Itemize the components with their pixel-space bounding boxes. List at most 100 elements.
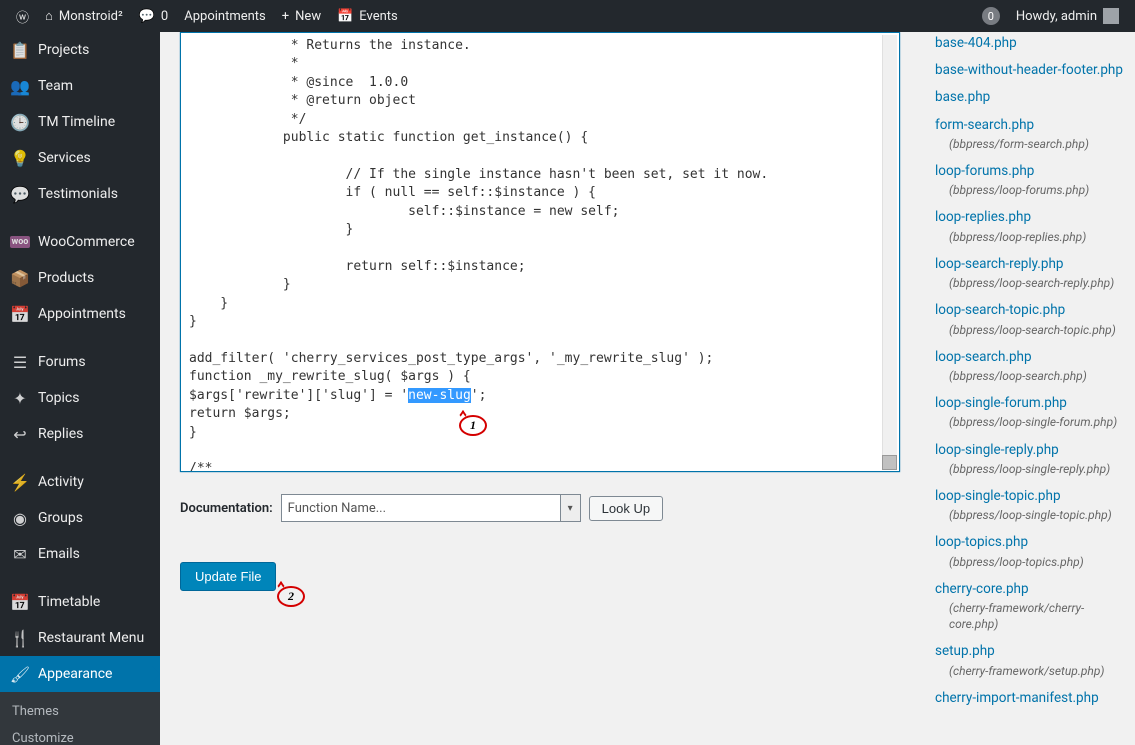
new-link[interactable]: +New — [274, 0, 329, 32]
file-path: (bbpress/loop-single-topic.php) — [935, 507, 1125, 523]
function-name-select[interactable]: Function Name... ▾ — [281, 494, 581, 522]
file-path: (bbpress/loop-single-forum.php) — [935, 414, 1125, 430]
file-link[interactable]: loop-search-topic.php — [935, 299, 1125, 321]
restaurant-menu-icon: 🍴 — [10, 628, 30, 648]
howdy-text: Howdy, admin — [1016, 9, 1097, 24]
file-path: (bbpress/loop-topics.php) — [935, 554, 1125, 570]
annotation-marker-2: 2 — [277, 586, 305, 607]
file-link[interactable]: loop-forums.php — [935, 160, 1125, 182]
file-path: (bbpress/loop-search-topic.php) — [935, 322, 1125, 338]
comment-icon: 💬 — [139, 9, 155, 24]
file-path: (cherry-framework/setup.php) — [935, 663, 1125, 679]
file-path: (bbpress/form-search.php) — [935, 136, 1125, 152]
sidebar-item-woocommerce[interactable]: wooWooCommerce — [0, 224, 160, 260]
sidebar-item-groups[interactable]: ◉Groups — [0, 500, 160, 536]
sidebar-item-appointments[interactable]: 📅Appointments — [0, 296, 160, 332]
sidebar-item-label: Products — [38, 270, 94, 286]
sidebar-item-timetable[interactable]: 📅Timetable — [0, 584, 160, 620]
appointments-icon: 📅 — [10, 304, 30, 324]
file-item: base.php — [935, 86, 1125, 108]
calendar-icon: 📅 — [337, 9, 353, 24]
products-icon: 📦 — [10, 268, 30, 288]
sidebar-item-products[interactable]: 📦 Products — [0, 260, 160, 296]
file-item: cherry-core.php(cherry-framework/cherry-… — [935, 578, 1125, 633]
file-item: form-search.php(bbpress/form-search.php) — [935, 114, 1125, 152]
file-item: loop-search-topic.php(bbpress/loop-searc… — [935, 299, 1125, 337]
services-icon: 💡 — [10, 148, 30, 168]
sidebar-item-testimonials[interactable]: 💬 Testimonials — [0, 176, 160, 212]
timetable-icon: 📅 — [10, 592, 30, 612]
file-link[interactable]: loop-replies.php — [935, 206, 1125, 228]
emails-icon: ✉ — [10, 544, 30, 564]
sidebar-item-label: Topics — [38, 390, 79, 406]
file-link[interactable]: base.php — [935, 86, 1125, 108]
file-link[interactable]: setup.php — [935, 640, 1125, 662]
file-link[interactable]: loop-single-topic.php — [935, 485, 1125, 507]
scrollbar-track[interactable] — [882, 35, 897, 469]
pending-count-badge[interactable]: 0 — [974, 0, 1008, 32]
chevron-down-icon: ▾ — [560, 495, 580, 521]
avatar — [1103, 8, 1119, 24]
sidebar-item-forums[interactable]: ☰Forums — [0, 344, 160, 380]
file-item: loop-search.php(bbpress/loop-search.php) — [935, 346, 1125, 384]
wp-logo[interactable]: ⓦ — [8, 0, 37, 32]
marker-1-text: 1 — [470, 418, 476, 433]
lookup-button[interactable]: Look Up — [589, 496, 663, 521]
file-item: loop-forums.php(bbpress/loop-forums.php) — [935, 160, 1125, 198]
activity-icon: ⚡ — [10, 472, 30, 492]
sidebar-item-label: WooCommerce — [38, 234, 135, 250]
file-item: setup.php(cherry-framework/setup.php) — [935, 640, 1125, 678]
appointments-label: Appointments — [184, 9, 266, 24]
appointments-link[interactable]: Appointments — [176, 0, 274, 32]
file-link[interactable]: base-404.php — [935, 32, 1125, 54]
comments-link[interactable]: 💬0 — [131, 0, 177, 32]
site-name-link[interactable]: ⌂Monstroid² — [37, 0, 131, 32]
sidebar-item-restaurant-menu[interactable]: 🍴Restaurant Menu — [0, 620, 160, 656]
testimonials-icon: 💬 — [10, 184, 30, 204]
scrollbar-thumb[interactable] — [882, 455, 897, 470]
sidebar-item-emails[interactable]: ✉ Emails — [0, 536, 160, 572]
file-link[interactable]: cherry-core.php — [935, 578, 1125, 600]
marker-2-text: 2 — [288, 589, 294, 604]
events-link[interactable]: 📅 Events — [329, 0, 406, 32]
sidebar-item-appearance[interactable]: 🖌Appearance — [0, 656, 160, 692]
sidebar-item-label: Testimonials — [38, 186, 118, 202]
sidebar-item-projects[interactable]: 📋 Projects — [0, 32, 160, 68]
code-editor[interactable]: * Returns the instance. * * @since 1.0.0… — [180, 32, 900, 472]
sidebar-item-topics[interactable]: ✦Topics — [0, 380, 160, 416]
update-file-button[interactable]: Update File — [180, 562, 276, 591]
submenu-item-themes[interactable]: Themes — [0, 698, 160, 725]
file-link[interactable]: form-search.php — [935, 114, 1125, 136]
sidebar-item-label: Projects — [38, 42, 89, 58]
file-link[interactable]: loop-single-forum.php — [935, 392, 1125, 414]
file-link[interactable]: cherry-import-manifest.php — [935, 687, 1125, 709]
howdy-link[interactable]: Howdy, admin — [1008, 0, 1127, 32]
sidebar-item-tm-timeline[interactable]: 🕒TM Timeline — [0, 104, 160, 140]
file-link[interactable]: loop-single-reply.php — [935, 439, 1125, 461]
home-icon: ⌂ — [45, 8, 53, 24]
documentation-label: Documentation: — [180, 501, 273, 516]
comments-count: 0 — [161, 9, 168, 24]
sidebar-item-label: Emails — [38, 546, 80, 562]
file-link[interactable]: loop-topics.php — [935, 531, 1125, 553]
projects-icon: 📋 — [10, 40, 30, 60]
sidebar-item-team[interactable]: 👥Team — [0, 68, 160, 104]
documentation-row: Documentation: Function Name... ▾ Look U… — [180, 494, 915, 522]
file-path: (cherry-framework/cherry-core.php) — [935, 600, 1125, 632]
file-link[interactable]: loop-search-reply.php — [935, 253, 1125, 275]
sidebar-item-label: Groups — [38, 510, 83, 526]
replies-icon: ↩ — [10, 424, 30, 444]
file-link[interactable]: base-without-header-footer.php — [935, 59, 1125, 81]
file-path: (bbpress/loop-single-reply.php) — [935, 461, 1125, 477]
file-item: loop-search-reply.php(bbpress/loop-searc… — [935, 253, 1125, 291]
file-link[interactable]: loop-search.php — [935, 346, 1125, 368]
events-label: Events — [359, 9, 397, 24]
file-path: (bbpress/loop-forums.php) — [935, 182, 1125, 198]
sidebar-item-replies[interactable]: ↩Replies — [0, 416, 160, 452]
sidebar-item-services[interactable]: 💡Services — [0, 140, 160, 176]
admin-sidebar: 📋 Projects 👥Team🕒TM Timeline💡Services 💬 Test… — [0, 32, 160, 745]
file-item: loop-single-reply.php(bbpress/loop-singl… — [935, 439, 1125, 477]
submenu-item-customize[interactable]: Customize — [0, 725, 160, 745]
sidebar-item-activity[interactable]: ⚡Activity — [0, 464, 160, 500]
forums-icon: ☰ — [10, 352, 30, 372]
